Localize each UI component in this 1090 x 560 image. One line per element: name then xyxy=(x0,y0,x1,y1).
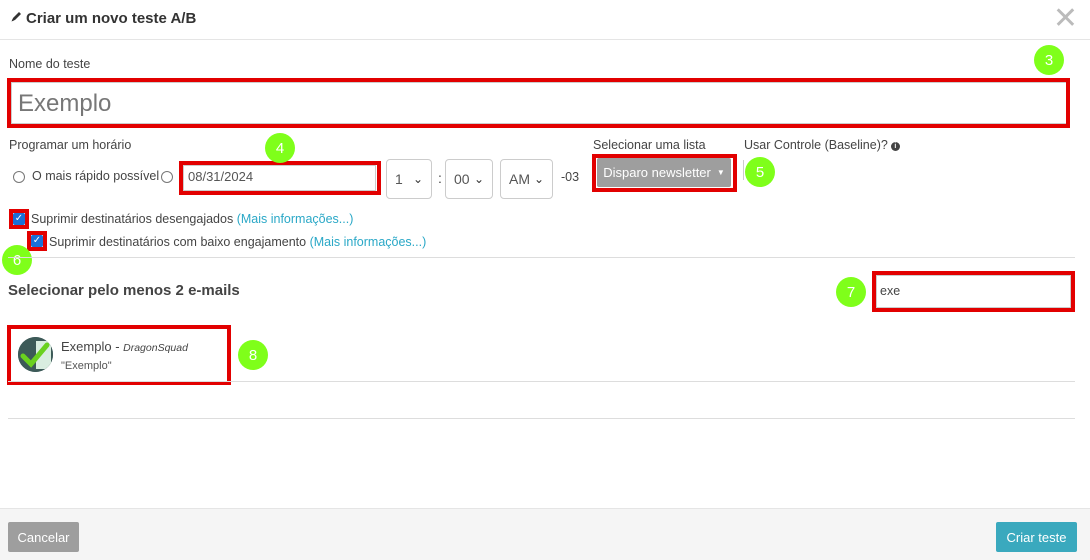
ampm-value: AM xyxy=(509,171,530,187)
test-name-label: Nome do teste xyxy=(9,57,91,71)
schedule-radio[interactable] xyxy=(161,171,173,183)
chevron-down-icon: ⌄ xyxy=(412,172,423,186)
more-info-link-1[interactable]: (Mais informações...) xyxy=(237,212,354,226)
baseline-toggle[interactable] xyxy=(743,160,746,180)
hour-value: 1 xyxy=(395,171,403,187)
emails-section-title: Selecionar pelo menos 2 e-mails xyxy=(8,282,240,299)
annotation-badge-6: 6 xyxy=(2,245,32,275)
asap-radio[interactable] xyxy=(13,171,25,183)
suppress-low-engagement-row: Suprimir destinatários com baixo engajam… xyxy=(49,235,426,249)
modal-title: Criar um novo teste A/B xyxy=(10,10,196,27)
chevron-down-icon: ⌄ xyxy=(533,172,544,186)
more-info-link-2[interactable]: (Mais informações...) xyxy=(310,235,427,249)
list-select-label: Selecionar uma lista xyxy=(593,138,706,152)
highlight-box-name xyxy=(7,78,1070,128)
minute-select[interactable]: 00 ⌄ xyxy=(445,159,493,199)
divider xyxy=(8,257,1075,258)
asap-label: O mais rápido possível xyxy=(32,169,160,183)
close-icon[interactable]: ✕ xyxy=(1053,4,1078,34)
cancel-button[interactable]: Cancelar xyxy=(8,522,79,552)
highlight-box-date xyxy=(179,161,381,195)
modal-title-text: Criar um novo teste A/B xyxy=(26,10,197,27)
highlight-box-checkbox-1 xyxy=(9,209,29,229)
time-separator: : xyxy=(438,170,442,186)
schedule-label: Programar um horário xyxy=(9,138,132,152)
highlight-box-list xyxy=(592,154,737,192)
annotation-badge-8: 8 xyxy=(238,340,268,370)
hour-select[interactable]: 1 ⌄ xyxy=(386,159,432,199)
annotation-badge-5: 5 xyxy=(745,157,775,187)
highlight-box-search xyxy=(872,271,1075,312)
info-icon[interactable]: i xyxy=(890,142,900,151)
create-test-button[interactable]: Criar teste xyxy=(996,522,1077,552)
divider xyxy=(8,418,1075,419)
modal-footer: Cancelar Criar teste xyxy=(0,508,1090,560)
modal-header: Criar um novo teste A/B ✕ xyxy=(0,0,1090,40)
timezone-label: -03 xyxy=(561,170,580,184)
highlight-box-email xyxy=(7,325,231,385)
annotation-badge-7: 7 xyxy=(836,277,866,307)
suppress-disengaged-label: Suprimir destinatários desengajados xyxy=(31,212,234,226)
divider xyxy=(8,381,1075,382)
baseline-label: Usar Controle (Baseline)? i xyxy=(744,138,900,152)
baseline-label-text: Usar Controle (Baseline)? xyxy=(744,138,888,152)
suppress-disengaged-row: Suprimir destinatários desengajados (Mai… xyxy=(31,212,353,226)
minute-value: 00 xyxy=(454,171,470,187)
chevron-down-icon: ⌄ xyxy=(473,172,484,186)
annotation-badge-3: 3 xyxy=(1034,45,1064,75)
ampm-select[interactable]: AM ⌄ xyxy=(500,159,553,199)
suppress-low-engagement-label: Suprimir destinatários com baixo engajam… xyxy=(49,235,307,249)
annotation-badge-4: 4 xyxy=(265,133,295,163)
highlight-box-checkbox-2 xyxy=(27,231,47,251)
pencil-icon xyxy=(10,10,23,27)
